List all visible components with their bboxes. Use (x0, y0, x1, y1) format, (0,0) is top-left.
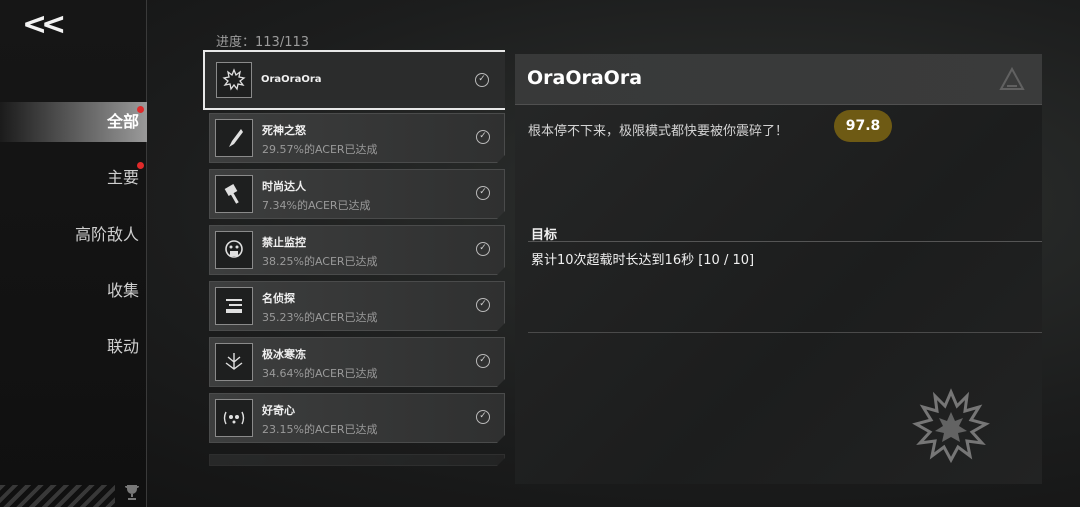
nav-item-label: 全部 (106, 112, 139, 131)
detail-header: OraOraOra (515, 54, 1042, 105)
nav-item-label: 高阶敌人 (74, 225, 139, 244)
achievement-name: 时尚达人 (262, 180, 306, 193)
check-icon: ✓ (476, 242, 490, 256)
nav-item-label: 收集 (106, 281, 139, 300)
detail-title: OraOraOra (527, 67, 643, 89)
achievement-rate: 29.57%的ACER已达成 (262, 143, 378, 156)
nav-item-all[interactable]: 全部 (0, 102, 147, 142)
achievement-item[interactable]: 死神之怒 29.57%的ACER已达成 ✓ (209, 113, 505, 163)
achievement-rate: 7.34%的ACER已达成 (262, 199, 371, 212)
spiky-burst-icon (216, 62, 252, 98)
achievement-name: 禁止监控 (262, 236, 306, 249)
achievement-name: 好奇心 (262, 404, 295, 417)
decorative-stripes (0, 485, 115, 507)
nav-item-advanced-enemies[interactable]: 高阶敌人 (0, 215, 147, 255)
divider (528, 332, 1042, 333)
achievement-description: 根本停不下来，极限模式都快要被你震碎了！ (528, 124, 789, 139)
score-badge: 97.8 (834, 110, 892, 142)
divider (528, 241, 1042, 242)
achievement-item[interactable]: 极冰寒冻 34.64%的ACER已达成 ✓ (209, 337, 505, 387)
check-icon: ✓ (476, 130, 490, 144)
check-icon: ✓ (476, 354, 490, 368)
trophy-icon (122, 483, 142, 503)
achievement-item[interactable]: 禁止监控 38.25%的ACER已达成 ✓ (209, 225, 505, 275)
achievement-item-selected[interactable]: OraOraOra ✓ (203, 50, 505, 110)
nav-item-label: 主要 (106, 168, 139, 187)
achievement-detail-panel: OraOraOra 根本停不下来，极限模式都快要被你震碎了！ 97.8 目标 累… (515, 54, 1042, 484)
achievement-rate: 23.15%的ACER已达成 (262, 423, 378, 436)
achievement-list[interactable]: OraOraOra ✓ 死神之怒 29.57%的ACER已达成 ✓ 时尚达人 7… (203, 50, 505, 470)
back-button[interactable]: << (22, 8, 72, 42)
check-icon: ✓ (476, 410, 490, 424)
achievement-name: OraOraOra (261, 74, 322, 85)
nav-item-label: 联动 (106, 337, 139, 356)
achievement-name: 极冰寒冻 (262, 348, 306, 361)
sidebar: << 全部 主要 高阶敌人 收集 联动 (0, 0, 147, 507)
hammer-icon (215, 175, 253, 213)
achievement-item[interactable]: 名侦探 35.23%的ACER已达成 ✓ (209, 281, 505, 331)
achievement-name: 死神之怒 (262, 124, 306, 137)
nav-item-main[interactable]: 主要 (0, 158, 147, 198)
check-icon: ✓ (476, 186, 490, 200)
check-icon: ✓ (476, 298, 490, 312)
document-icon (215, 287, 253, 325)
blade-icon (215, 119, 253, 157)
check-icon: ✓ (475, 73, 489, 87)
curiosity-icon (215, 399, 253, 437)
spiky-burst-icon (912, 388, 990, 464)
nav-item-collection[interactable]: 收集 (0, 271, 147, 311)
ice-icon (215, 343, 253, 381)
progress-counter: 进度：113/113 (216, 35, 310, 50)
game-logo-icon (999, 66, 1025, 90)
goal-text: 累计10次超载时长达到16秒 [10 / 10] (531, 253, 755, 268)
achievement-item[interactable]: 好奇心 23.15%的ACER已达成 ✓ (209, 393, 505, 443)
achievement-rate: 34.64%的ACER已达成 (262, 367, 378, 380)
achievement-item-partial[interactable] (209, 454, 505, 466)
achievement-rate: 38.25%的ACER已达成 (262, 255, 378, 268)
achievement-item[interactable]: 时尚达人 7.34%的ACER已达成 ✓ (209, 169, 505, 219)
notification-dot (137, 162, 144, 169)
mask-icon (215, 231, 253, 269)
notification-dot (137, 106, 144, 113)
achievement-name: 名侦探 (262, 292, 295, 305)
achievement-rate: 35.23%的ACER已达成 (262, 311, 378, 324)
nav-item-collab[interactable]: 联动 (0, 327, 147, 367)
